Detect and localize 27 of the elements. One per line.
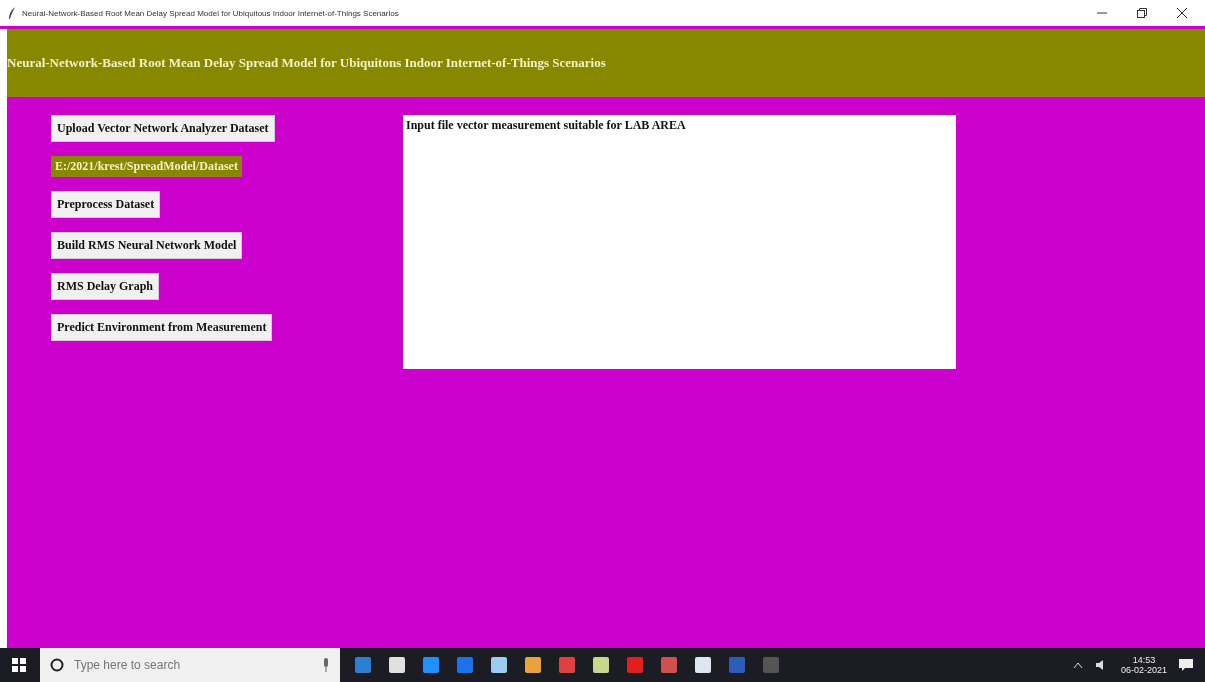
search-input[interactable]: Type here to search bbox=[72, 657, 314, 673]
taskbar-app-icon[interactable] bbox=[490, 656, 508, 674]
output-text: Input file vector measurement suitable for LAB AREA bbox=[406, 118, 686, 132]
output-text-area[interactable]: Input file vector measurement suitable for LAB AREA bbox=[403, 115, 956, 369]
dataset-path-label: E:/2021/krest/SpreadModel/Dataset bbox=[51, 156, 242, 177]
feather-icon bbox=[8, 7, 16, 19]
action-button[interactable]: Predict Environment from Measurement bbox=[51, 314, 273, 341]
clock-date: 06-02-2021 bbox=[1120, 665, 1167, 675]
taskbar-app-icon[interactable] bbox=[388, 656, 406, 674]
clock-time: 14:53 bbox=[1132, 655, 1156, 665]
taskbar-app-icon[interactable] bbox=[592, 656, 610, 674]
close-icon[interactable] bbox=[1177, 8, 1187, 18]
action-button[interactable]: Upload Vector Network Analyzer Dataset bbox=[51, 115, 275, 142]
window-title: Neural-Network-Based Root Mean Delay Spread Model for Ubiquitous Indoor Internet-of-Things Scenarios bbox=[22, 8, 399, 18]
action-button[interactable]: Build RMS Neural Network Model bbox=[51, 232, 243, 259]
restore-icon[interactable] bbox=[1137, 8, 1147, 18]
chevron-up-icon[interactable] bbox=[1072, 661, 1083, 669]
notification-icon[interactable] bbox=[1179, 659, 1193, 671]
microphone-icon[interactable] bbox=[322, 658, 330, 672]
taskbar-app-icon[interactable] bbox=[524, 656, 542, 674]
action-button[interactable]: Preprocess Dataset bbox=[51, 191, 161, 218]
action-button[interactable]: RMS Delay Graph bbox=[51, 273, 159, 300]
app-title: Neural-Network-Based Root Mean Delay Spread Model for Ubiquitons Indoor Internet-of-Things Scenarios bbox=[7, 55, 606, 71]
windows-start-icon[interactable] bbox=[12, 658, 26, 672]
search-box[interactable]: Type here to search bbox=[40, 648, 340, 682]
circle-icon bbox=[50, 658, 64, 672]
taskbar-app-icon[interactable] bbox=[694, 656, 712, 674]
